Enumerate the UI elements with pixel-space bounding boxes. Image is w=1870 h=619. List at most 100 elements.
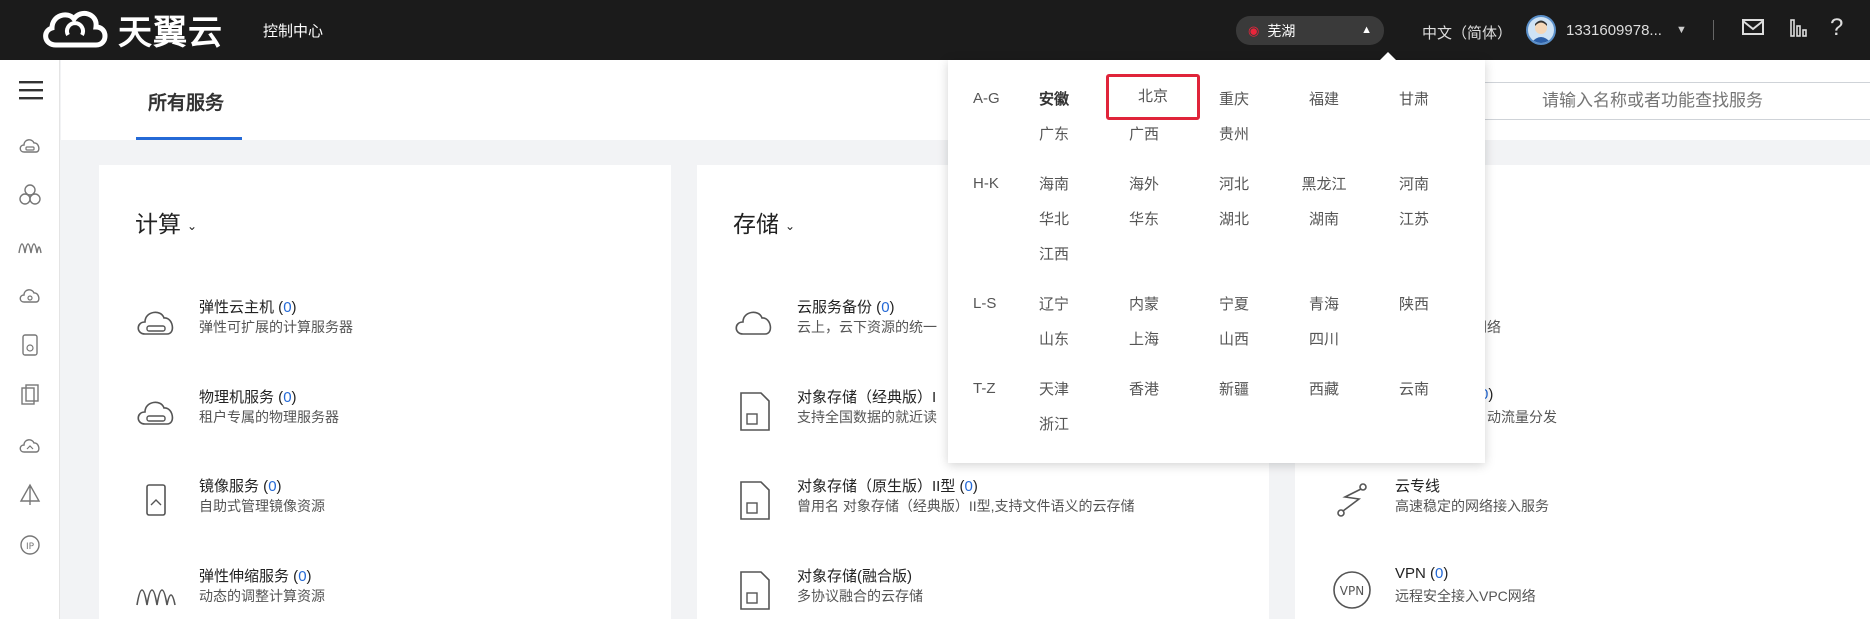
caret-up-icon: ▲ <box>1361 24 1372 36</box>
city-option[interactable]: 海南 <box>1016 169 1092 201</box>
city-option[interactable]: 河南 <box>1376 169 1452 201</box>
service-item[interactable]: 镜像服务 (0) 自助式管理镜像资源 <box>135 471 635 527</box>
service-name: 弹性云主机 <box>199 299 275 316</box>
user-account[interactable]: 1331609978... <box>1566 22 1662 39</box>
city-option[interactable]: 河北 <box>1196 169 1272 201</box>
cloud-backup-icon <box>735 311 772 335</box>
city-option[interactable]: 辽宁 <box>1016 289 1092 321</box>
cloud-icon[interactable] <box>18 433 42 457</box>
avatar[interactable] <box>1526 15 1556 45</box>
city-option[interactable]: 天津 <box>1016 374 1092 406</box>
city-option[interactable]: 北京 <box>1106 74 1200 120</box>
service-desc: 多协议融合的云存储 <box>797 588 923 604</box>
card-title-compute[interactable]: 计算 ⌄ <box>135 205 197 239</box>
city-option[interactable]: 内蒙 <box>1106 289 1182 321</box>
location-pin-icon: ◉ <box>1248 22 1260 38</box>
left-rail: IP <box>0 60 60 619</box>
backup-icon[interactable] <box>18 383 42 407</box>
city-option[interactable]: 湖南 <box>1286 204 1362 236</box>
console-link[interactable]: 控制中心 <box>263 20 323 41</box>
cloud-db-icon[interactable] <box>18 283 42 307</box>
search-box[interactable] <box>1461 82 1870 120</box>
city-option[interactable]: 贵州 <box>1196 119 1272 151</box>
city-option[interactable]: 上海 <box>1106 324 1182 356</box>
group-label: A-G <box>973 90 1000 107</box>
direct-connect-icon <box>1337 483 1367 517</box>
object-storage-icon <box>740 392 770 431</box>
city-option[interactable]: 香港 <box>1106 374 1182 406</box>
city-option[interactable]: 江西 <box>1016 239 1092 271</box>
group-label: T-Z <box>973 380 996 397</box>
service-desc: 弹性可扩展的计算服务器 <box>199 319 353 335</box>
service-item[interactable]: 物理机服务 (0) 租户专属的物理服务器 <box>135 382 635 438</box>
card-title-text: 计算 <box>135 211 181 237</box>
service-item[interactable]: 弹性云主机 (0) 弹性可扩展的计算服务器 <box>135 292 635 348</box>
search-input[interactable] <box>1542 83 1870 119</box>
city-option[interactable]: 重庆 <box>1196 84 1272 116</box>
city-option[interactable]: 黑龙江 <box>1286 169 1362 201</box>
cloud-server-icon[interactable] <box>18 133 42 157</box>
city-option[interactable]: 福建 <box>1286 84 1362 116</box>
bar-chart-icon[interactable] <box>1789 18 1809 43</box>
city-option[interactable]: 甘肃 <box>1376 84 1452 116</box>
logo-text: 天翼云 <box>118 12 223 53</box>
city-option[interactable]: 广西 <box>1106 119 1182 151</box>
city-option[interactable]: 云南 <box>1376 374 1452 406</box>
storage-icon[interactable] <box>18 333 42 357</box>
city-option[interactable]: 华东 <box>1106 204 1182 236</box>
service-name: 对象存储（经典版）I <box>797 389 937 406</box>
card-title-storage[interactable]: 存储 ⌄ <box>733 205 795 239</box>
object-storage-icon <box>740 571 770 610</box>
chevron-down-icon: ⌄ <box>785 218 796 233</box>
service-item[interactable]: VPN VPN (0) 远程安全接入VPC网络 <box>1331 561 1831 617</box>
tab-all-services[interactable]: 所有服务 <box>148 88 224 115</box>
city-option[interactable]: 华北 <box>1016 204 1092 236</box>
city-option[interactable]: 广东 <box>1016 119 1092 151</box>
service-desc: 云上，云下资源的统一 <box>797 319 937 335</box>
city-option[interactable]: 宁夏 <box>1196 289 1272 321</box>
city-option[interactable]: 青海 <box>1286 289 1362 321</box>
service-item[interactable]: 对象存储(融合版) 多协议融合的云存储 <box>733 561 1233 617</box>
service-item[interactable]: 云专线 高速稳定的网络接入服务 <box>1331 471 1831 527</box>
service-count: 0 <box>298 568 307 585</box>
city-option[interactable]: 江苏 <box>1376 204 1452 236</box>
service-desc: 租户专属的物理服务器 <box>199 409 339 425</box>
network-icon[interactable] <box>18 483 42 507</box>
service-item[interactable]: 弹性伸缩服务 (0) 动态的调整计算资源 <box>135 561 635 617</box>
service-desc: 动态的调整计算资源 <box>199 588 325 604</box>
service-desc: 自助式管理镜像资源 <box>199 498 325 514</box>
service-count: 0 <box>964 478 973 495</box>
language-selector[interactable]: 中文（简体） <box>1422 22 1512 43</box>
city-option[interactable]: 新疆 <box>1196 374 1272 406</box>
mail-icon[interactable] <box>1742 18 1764 41</box>
city-option[interactable]: 山东 <box>1016 324 1092 356</box>
city-option[interactable]: 陕西 <box>1376 289 1452 321</box>
service-item[interactable]: 对象存储（原生版）II型 (0) 曾用名 对象存储（经典版）II型,支持文件语义… <box>733 471 1233 527</box>
city-option[interactable]: 浙江 <box>1016 409 1092 441</box>
ip-icon[interactable]: IP <box>18 533 42 557</box>
logo[interactable]: 天翼云 <box>38 5 223 53</box>
service-name: 物理机服务 <box>199 389 275 406</box>
service-count: 0 <box>1435 565 1444 582</box>
chevron-down-icon: ⌄ <box>187 218 198 233</box>
city-option[interactable]: 海外 <box>1106 169 1182 201</box>
group-label: H-K <box>973 175 999 192</box>
chevron-down-icon[interactable]: ▼ <box>1676 24 1687 36</box>
help-icon[interactable]: ? <box>1830 14 1843 42</box>
group-label: L-S <box>973 295 997 312</box>
menu-icon[interactable] <box>19 80 43 105</box>
cluster-icon[interactable] <box>18 183 42 207</box>
city-option[interactable]: 西藏 <box>1286 374 1362 406</box>
city-option[interactable]: 四川 <box>1286 324 1362 356</box>
service-desc: 高速稳定的网络接入服务 <box>1395 498 1549 514</box>
city-option[interactable]: 安徽 <box>1016 84 1092 116</box>
service-name: 对象存储（原生版）II型 <box>797 478 956 495</box>
region-label: 芜湖 <box>1267 22 1296 39</box>
service-desc: 曾用名 对象存储（经典版）II型,支持文件语义的云存储 <box>797 498 1135 514</box>
scaling-wave-icon[interactable] <box>18 233 42 257</box>
service-count: 0 <box>283 389 292 406</box>
service-name: 镜像服务 <box>199 478 260 495</box>
city-option[interactable]: 山西 <box>1196 324 1272 356</box>
city-option[interactable]: 湖北 <box>1196 204 1272 236</box>
region-selector[interactable]: ◉ 芜湖 ▲ <box>1236 16 1384 45</box>
